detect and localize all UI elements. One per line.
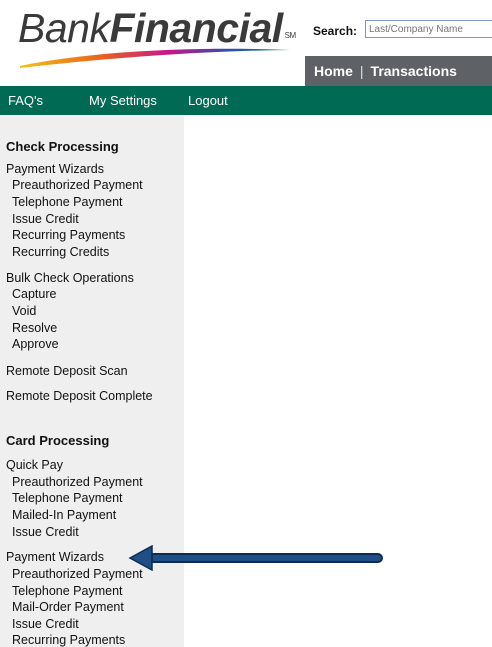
link-check-recurring-credits[interactable]: Recurring Credits [12,244,109,260]
top-nav: Home | Transactions [305,56,492,86]
link-check-issue-credit[interactable]: Issue Credit [12,211,79,227]
nav-my-settings[interactable]: My Settings [89,93,157,108]
link-quickpay-mailed-in-payment[interactable]: Mailed-In Payment [12,507,116,523]
search-input[interactable] [365,20,492,38]
secondary-nav: FAQ's My Settings Logout [0,86,492,115]
link-check-payment-wizards[interactable]: Payment Wizards [6,161,104,177]
nav-transactions[interactable]: Transactions [364,63,464,79]
nav-faqs[interactable]: FAQ's [8,93,43,108]
link-card-issue-credit[interactable]: Issue Credit [12,616,79,632]
search-label: Search: [313,24,358,38]
link-quick-pay[interactable]: Quick Pay [6,457,63,473]
link-check-recurring-payments[interactable]: Recurring Payments [12,227,125,243]
link-bulk-approve[interactable]: Approve [12,336,59,352]
link-check-telephone-payment[interactable]: Telephone Payment [12,194,123,210]
link-bulk-capture[interactable]: Capture [12,286,56,302]
link-card-telephone-payment[interactable]: Telephone Payment [12,583,123,599]
bankfinancial-logo[interactable]: BankFinancial SM [18,4,308,70]
left-arrow-icon [128,545,383,571]
service-mark: SM [284,31,297,40]
logo-swoosh-icon [20,48,290,68]
nav-logout[interactable]: Logout [188,93,228,108]
link-remote-deposit-scan[interactable]: Remote Deposit Scan [6,363,128,379]
link-card-mail-order-payment[interactable]: Mail-Order Payment [12,599,124,615]
link-card-recurring-payments[interactable]: Recurring Payments [12,632,125,647]
link-bulk-resolve[interactable]: Resolve [12,320,57,336]
header: BankFinancialSM Search: Home | Transacti… [0,0,492,86]
section-title-check-processing: Check Processing [6,139,119,154]
link-card-payment-wizards[interactable]: Payment Wizards [6,549,104,565]
section-title-card-processing: Card Processing [6,433,110,448]
link-remote-deposit-complete[interactable]: Remote Deposit Complete [6,388,153,404]
nav-home[interactable]: Home [305,63,360,79]
link-quickpay-telephone-payment[interactable]: Telephone Payment [12,490,123,506]
link-card-preauthorized-payment[interactable]: Preauthorized Payment [12,566,143,582]
link-bulk-void[interactable]: Void [12,303,36,319]
link-bulk-check-operations[interactable]: Bulk Check Operations [6,270,134,286]
link-quickpay-issue-credit[interactable]: Issue Credit [12,524,79,540]
link-quickpay-preauthorized-payment[interactable]: Preauthorized Payment [12,474,143,490]
link-check-preauthorized-payment[interactable]: Preauthorized Payment [12,177,143,193]
